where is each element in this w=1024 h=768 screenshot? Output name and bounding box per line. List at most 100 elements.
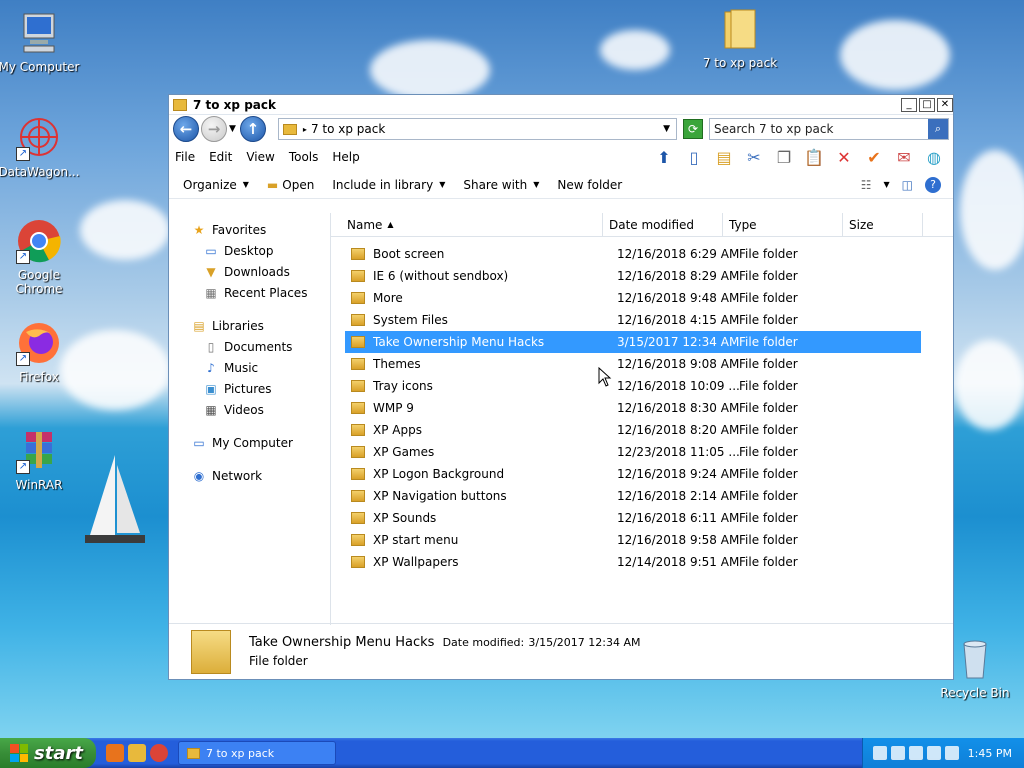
- table-row[interactable]: XP Games 12/23/2018 11:05 ... File folder: [345, 441, 921, 463]
- table-row[interactable]: WMP 9 12/16/2018 8:30 AM File folder: [345, 397, 921, 419]
- table-row[interactable]: IE 6 (without sendbox) 12/16/2018 8:29 AM…: [345, 265, 921, 287]
- chevron-down-icon[interactable]: ▼: [229, 124, 236, 134]
- table-row[interactable]: XP Sounds 12/16/2018 6:11 AM File folder: [345, 507, 921, 529]
- table-row[interactable]: More 12/16/2018 9:48 AM File folder: [345, 287, 921, 309]
- new-folder-button[interactable]: New folder: [557, 178, 622, 192]
- include-in-library-button[interactable]: Include in library ▼: [332, 178, 445, 192]
- tray-display-icon[interactable]: [927, 746, 941, 760]
- desktop-icon-chrome[interactable]: ↗ Google Chrome: [0, 218, 81, 296]
- column-type[interactable]: Type: [723, 213, 843, 236]
- start-button[interactable]: start: [0, 738, 96, 768]
- view-options-icon[interactable]: ☷: [861, 178, 872, 192]
- table-row[interactable]: Themes 12/16/2018 9:08 AM File folder: [345, 353, 921, 375]
- nav-documents[interactable]: ▯ Documents: [169, 336, 330, 357]
- preview-pane-toggle-icon[interactable]: ◫: [902, 178, 913, 192]
- address-field[interactable]: ▸ 7 to xp pack ▼: [277, 118, 677, 140]
- explorer-icon[interactable]: [128, 744, 146, 762]
- search-input[interactable]: [710, 119, 928, 139]
- table-row[interactable]: XP Logon Background 12/16/2018 9:24 AM Fil…: [345, 463, 921, 485]
- desktop-icon-firefox[interactable]: ↗ Firefox: [0, 320, 81, 384]
- checkmark-icon[interactable]: ✔: [863, 146, 885, 168]
- column-date[interactable]: Date modified: [603, 213, 723, 236]
- paste-icon[interactable]: 📋: [803, 146, 825, 168]
- table-row[interactable]: XP start menu 12/16/2018 9:58 AM File fold…: [345, 529, 921, 551]
- nav-pictures[interactable]: ▣ Pictures: [169, 378, 330, 399]
- nav-music[interactable]: ♪ Music: [169, 357, 330, 378]
- nav-desktop[interactable]: ▭ Desktop: [169, 240, 330, 261]
- copy-icon[interactable]: ❐: [773, 146, 795, 168]
- nav-recent-places[interactable]: ▦ Recent Places: [169, 282, 330, 303]
- documents-icon: ▯: [207, 339, 215, 354]
- desktop-icon-7-to-xp-pack[interactable]: 7 to xp pack: [698, 6, 782, 70]
- back-button[interactable]: ←: [173, 116, 199, 142]
- tray-security-icon[interactable]: [909, 746, 923, 760]
- preview-pane-icon[interactable]: ▯: [683, 146, 705, 168]
- desktop-icon-winrar[interactable]: ↗ WinRAR: [0, 428, 81, 492]
- nav-network[interactable]: ◉ Network: [169, 465, 330, 486]
- file-name: System Files: [373, 313, 448, 327]
- mouse-cursor-icon: [598, 367, 612, 387]
- refresh-button[interactable]: ⟳: [683, 119, 703, 139]
- menu-view[interactable]: View: [246, 150, 274, 164]
- maximize-button[interactable]: □: [919, 97, 935, 112]
- search-icon[interactable]: ⌕: [928, 119, 948, 139]
- table-row[interactable]: System Files 12/16/2018 4:15 AM File folde…: [345, 309, 921, 331]
- tray-flag-icon[interactable]: [891, 746, 905, 760]
- tray-network-icon[interactable]: [873, 746, 887, 760]
- nav-my-computer[interactable]: ▭ My Computer: [169, 432, 330, 453]
- nav-downloads[interactable]: ▼ Downloads: [169, 261, 330, 282]
- table-row[interactable]: XP Wallpapers 12/14/2018 9:51 AM File fold…: [345, 551, 921, 573]
- chevron-down-icon[interactable]: ▼: [884, 180, 890, 189]
- nav-label: Recent Places: [224, 285, 308, 300]
- desktop-icon-my-computer[interactable]: My Computer: [0, 10, 81, 74]
- nav-videos[interactable]: ▦ Videos: [169, 399, 330, 420]
- media-player-icon[interactable]: [106, 744, 124, 762]
- address-dropdown-icon[interactable]: ▼: [663, 124, 670, 134]
- table-row[interactable]: XP Navigation buttons 12/16/2018 2:14 AM F…: [345, 485, 921, 507]
- menu-edit[interactable]: Edit: [209, 150, 232, 164]
- help-icon[interactable]: ?: [925, 176, 941, 193]
- explorer-window: 7 to xp pack _ □ ✕ ← → ▼ ↑ ▸ 7 to xp pac…: [168, 94, 954, 680]
- menu-help[interactable]: Help: [332, 150, 359, 164]
- up-arrow-icon[interactable]: ⬆: [653, 146, 675, 168]
- title-bar[interactable]: 7 to xp pack _ □ ✕: [169, 95, 953, 115]
- column-size[interactable]: Size: [843, 213, 923, 236]
- table-row[interactable]: Take Ownership Menu Hacks 3/15/2017 12:34…: [345, 331, 921, 353]
- up-folder-button[interactable]: ↑: [239, 116, 266, 142]
- file-type: File folder: [739, 269, 798, 283]
- delete-icon[interactable]: ✕: [833, 146, 855, 168]
- file-date: 12/16/2018 10:09 ...: [617, 379, 739, 393]
- forward-button[interactable]: →: [201, 116, 227, 142]
- table-row[interactable]: XP Apps 12/16/2018 8:20 AM File folder: [345, 419, 921, 441]
- taskbar-window-button[interactable]: 7 to xp pack: [178, 741, 336, 765]
- menu-bar: File Edit View Tools Help ⬆ ▯ ▤ ✂ ❐ 📋 ✕ …: [169, 143, 953, 171]
- share-with-button[interactable]: Share with ▼: [463, 178, 539, 192]
- email-icon[interactable]: ✉: [893, 146, 915, 168]
- details-type: File folder: [249, 654, 308, 668]
- file-name: IE 6 (without sendbox): [373, 269, 509, 283]
- folder-icon: [173, 98, 187, 111]
- desktop-icon-datawagon[interactable]: ↗ DataWagon...: [0, 115, 81, 179]
- open-button[interactable]: ▬ Open: [267, 178, 314, 192]
- folder-options-icon[interactable]: ▤: [713, 146, 735, 168]
- column-name[interactable]: Name ▲: [331, 213, 603, 236]
- minimize-button[interactable]: _: [901, 97, 917, 112]
- desktop-icon-label: Firefox: [19, 370, 59, 384]
- menu-tools[interactable]: Tools: [289, 150, 319, 164]
- table-row[interactable]: Tray icons 12/16/2018 10:09 ... File folde…: [345, 375, 921, 397]
- cut-icon[interactable]: ✂: [743, 146, 765, 168]
- nav-libraries[interactable]: ▤ Libraries: [169, 315, 330, 336]
- folder-icon: [351, 380, 365, 392]
- file-type: File folder: [739, 291, 798, 305]
- organize-button[interactable]: Organize ▼: [183, 178, 249, 192]
- clock[interactable]: 1:45 PM: [968, 747, 1012, 760]
- menu-file[interactable]: File: [175, 150, 195, 164]
- file-name: Take Ownership Menu Hacks: [373, 335, 545, 349]
- nav-favorites[interactable]: ★ Favorites: [169, 219, 330, 240]
- table-row[interactable]: Boot screen 12/16/2018 6:29 AM File folder: [345, 243, 921, 265]
- chrome-icon[interactable]: [150, 744, 168, 762]
- close-button[interactable]: ✕: [937, 97, 953, 112]
- breadcrumb[interactable]: 7 to xp pack: [311, 122, 663, 136]
- tray-volume-icon[interactable]: [945, 746, 959, 760]
- shell-icon[interactable]: ◍: [923, 146, 945, 168]
